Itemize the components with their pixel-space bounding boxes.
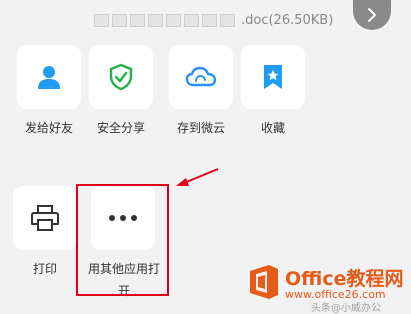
cloud-icon: [185, 66, 217, 87]
annotation-arrow-icon: [176, 168, 219, 186]
bookmark-star-icon: [264, 65, 282, 89]
print-label: 打印: [32, 262, 57, 276]
send-to-friend-tile[interactable]: [17, 45, 81, 109]
printer-icon: [31, 205, 59, 231]
redacted-filename: [94, 13, 235, 27]
print-tile[interactable]: [13, 186, 77, 250]
secure-share-label: 安全分享: [96, 121, 145, 135]
favorite-action[interactable]: 收藏: [238, 45, 308, 137]
save-to-weiyun-tile[interactable]: [169, 45, 233, 109]
annotation-highlight-box: [76, 184, 169, 296]
send-to-friend-label: 发给好友: [24, 121, 73, 135]
print-action[interactable]: 打印: [10, 186, 80, 278]
favorite-tile[interactable]: [241, 45, 305, 109]
office-logo-icon: [250, 265, 278, 299]
file-size-label: .doc(26.50KB): [241, 12, 334, 28]
shield-check-icon: [109, 63, 133, 91]
file-name: .doc(26.50KB): [94, 10, 364, 30]
watermark-title: Office教程网: [285, 268, 404, 290]
secure-share-action[interactable]: 安全分享: [86, 45, 156, 137]
chevron-right-icon: [368, 8, 376, 22]
favorite-label: 收藏: [260, 121, 285, 135]
send-to-friend-action[interactable]: 发给好友: [14, 45, 84, 137]
save-to-weiyun-label: 存到微云: [176, 121, 225, 135]
save-to-weiyun-action[interactable]: 存到微云: [166, 45, 236, 137]
person-icon: [38, 66, 60, 89]
watermark: Office教程网 www.office26.com 头条@小威办公: [247, 263, 411, 314]
secure-share-tile[interactable]: [89, 45, 153, 109]
